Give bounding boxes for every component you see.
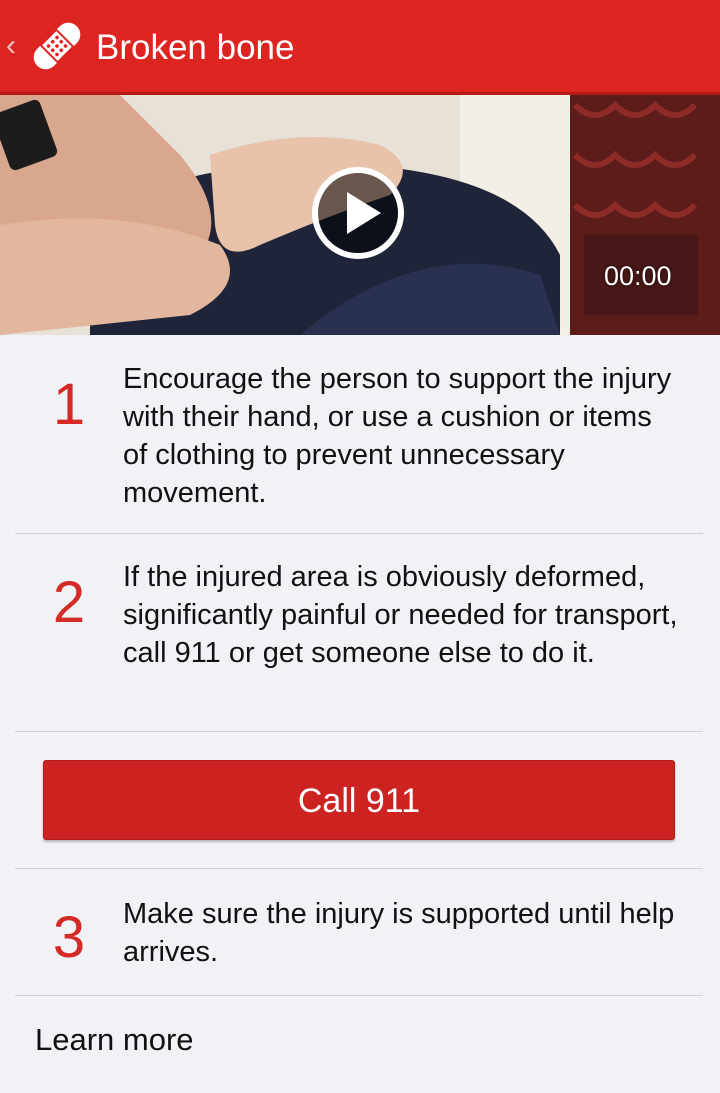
step-text: If the injured area is obviously deforme… [123,561,678,669]
divider [15,995,703,996]
learn-more-link[interactable]: Learn more [35,1018,194,1062]
divider [15,868,703,869]
step-text: Make sure the injury is supported until … [123,898,675,968]
divider [15,731,703,732]
play-icon[interactable] [311,166,405,260]
step-number: 2 [52,570,86,635]
divider [15,533,703,534]
step-text: Encourage the person to support the inju… [123,363,672,509]
step-number: 3 [52,905,86,970]
step-number: 1 [52,372,86,437]
video-timestamp: 00:00 [604,261,672,291]
page-title: Broken bone [96,28,295,67]
call-911-button[interactable]: Call 911 [43,760,675,840]
video-player[interactable]: 00:00 [0,95,720,335]
chevron-left-icon[interactable]: ‹ [6,28,24,64]
app-header: ‹ Broken bone [0,0,720,95]
bandage-icon [33,22,81,70]
